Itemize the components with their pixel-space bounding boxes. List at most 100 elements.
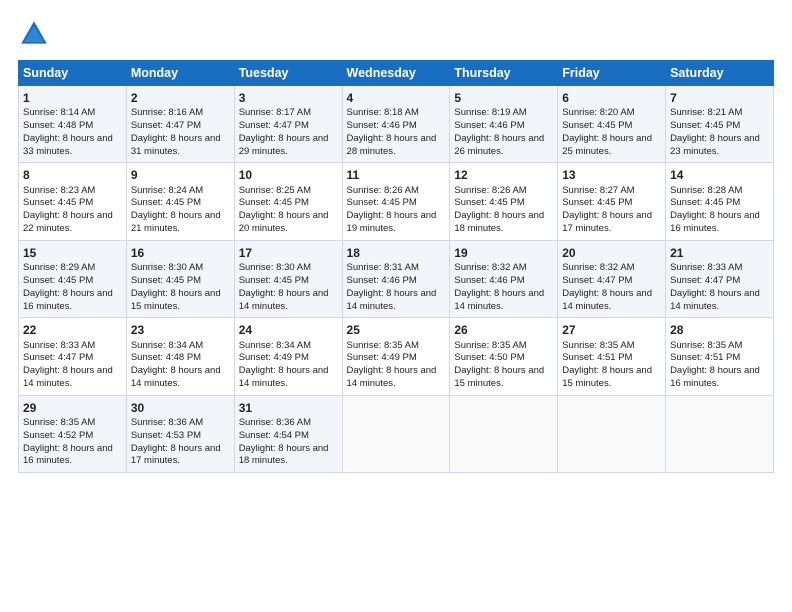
calendar-cell: 27Sunrise: 8:35 AMSunset: 4:51 PMDayligh… <box>558 318 666 395</box>
header-day-friday: Friday <box>558 61 666 86</box>
daylight-text: Daylight: 8 hours and 14 minutes. <box>23 365 122 391</box>
sunset-text: Sunset: 4:50 PM <box>454 352 553 365</box>
logo <box>18 18 54 50</box>
sunrise-text: Sunrise: 8:36 AM <box>239 417 338 430</box>
sunrise-text: Sunrise: 8:33 AM <box>23 340 122 353</box>
day-number: 6 <box>562 90 661 106</box>
daylight-text: Daylight: 8 hours and 16 minutes. <box>670 365 769 391</box>
sunset-text: Sunset: 4:45 PM <box>347 197 446 210</box>
sunrise-text: Sunrise: 8:33 AM <box>670 262 769 275</box>
calendar-cell: 22Sunrise: 8:33 AMSunset: 4:47 PMDayligh… <box>19 318 127 395</box>
sunset-text: Sunset: 4:49 PM <box>347 352 446 365</box>
week-row-4: 29Sunrise: 8:35 AMSunset: 4:52 PMDayligh… <box>19 395 774 472</box>
sunset-text: Sunset: 4:51 PM <box>670 352 769 365</box>
daylight-text: Daylight: 8 hours and 14 minutes. <box>239 365 338 391</box>
day-number: 25 <box>347 322 446 338</box>
sunset-text: Sunset: 4:45 PM <box>454 197 553 210</box>
sunrise-text: Sunrise: 8:35 AM <box>454 340 553 353</box>
day-number: 22 <box>23 322 122 338</box>
sunset-text: Sunset: 4:47 PM <box>562 275 661 288</box>
daylight-text: Daylight: 8 hours and 14 minutes. <box>454 288 553 314</box>
daylight-text: Daylight: 8 hours and 19 minutes. <box>347 210 446 236</box>
daylight-text: Daylight: 8 hours and 14 minutes. <box>562 288 661 314</box>
calendar-cell <box>666 395 774 472</box>
calendar-cell: 16Sunrise: 8:30 AMSunset: 4:45 PMDayligh… <box>126 240 234 317</box>
day-number: 15 <box>23 245 122 261</box>
header-day-wednesday: Wednesday <box>342 61 450 86</box>
daylight-text: Daylight: 8 hours and 29 minutes. <box>239 133 338 159</box>
daylight-text: Daylight: 8 hours and 14 minutes. <box>239 288 338 314</box>
sunset-text: Sunset: 4:45 PM <box>23 197 122 210</box>
daylight-text: Daylight: 8 hours and 22 minutes. <box>23 210 122 236</box>
daylight-text: Daylight: 8 hours and 15 minutes. <box>454 365 553 391</box>
sunrise-text: Sunrise: 8:26 AM <box>347 185 446 198</box>
sunrise-text: Sunrise: 8:34 AM <box>239 340 338 353</box>
sunset-text: Sunset: 4:47 PM <box>131 120 230 133</box>
sunrise-text: Sunrise: 8:16 AM <box>131 107 230 120</box>
day-number: 19 <box>454 245 553 261</box>
day-number: 31 <box>239 400 338 416</box>
sunset-text: Sunset: 4:45 PM <box>562 120 661 133</box>
sunset-text: Sunset: 4:53 PM <box>131 430 230 443</box>
calendar-header: SundayMondayTuesdayWednesdayThursdayFrid… <box>19 61 774 86</box>
calendar-cell: 14Sunrise: 8:28 AMSunset: 4:45 PMDayligh… <box>666 163 774 240</box>
daylight-text: Daylight: 8 hours and 26 minutes. <box>454 133 553 159</box>
calendar-body: 1Sunrise: 8:14 AMSunset: 4:48 PMDaylight… <box>19 86 774 473</box>
sunset-text: Sunset: 4:46 PM <box>454 275 553 288</box>
sunrise-text: Sunrise: 8:19 AM <box>454 107 553 120</box>
daylight-text: Daylight: 8 hours and 14 minutes. <box>670 288 769 314</box>
week-row-3: 22Sunrise: 8:33 AMSunset: 4:47 PMDayligh… <box>19 318 774 395</box>
daylight-text: Daylight: 8 hours and 33 minutes. <box>23 133 122 159</box>
day-number: 13 <box>562 167 661 183</box>
calendar-cell: 13Sunrise: 8:27 AMSunset: 4:45 PMDayligh… <box>558 163 666 240</box>
day-number: 11 <box>347 167 446 183</box>
calendar-cell: 1Sunrise: 8:14 AMSunset: 4:48 PMDaylight… <box>19 86 127 163</box>
daylight-text: Daylight: 8 hours and 17 minutes. <box>562 210 661 236</box>
daylight-text: Daylight: 8 hours and 28 minutes. <box>347 133 446 159</box>
day-number: 30 <box>131 400 230 416</box>
daylight-text: Daylight: 8 hours and 23 minutes. <box>670 133 769 159</box>
sunset-text: Sunset: 4:54 PM <box>239 430 338 443</box>
day-number: 1 <box>23 90 122 106</box>
calendar-cell: 30Sunrise: 8:36 AMSunset: 4:53 PMDayligh… <box>126 395 234 472</box>
calendar-cell: 9Sunrise: 8:24 AMSunset: 4:45 PMDaylight… <box>126 163 234 240</box>
calendar-cell: 29Sunrise: 8:35 AMSunset: 4:52 PMDayligh… <box>19 395 127 472</box>
sunrise-text: Sunrise: 8:36 AM <box>131 417 230 430</box>
sunrise-text: Sunrise: 8:30 AM <box>239 262 338 275</box>
day-number: 5 <box>454 90 553 106</box>
calendar-cell: 24Sunrise: 8:34 AMSunset: 4:49 PMDayligh… <box>234 318 342 395</box>
sunset-text: Sunset: 4:46 PM <box>454 120 553 133</box>
calendar-cell <box>342 395 450 472</box>
sunset-text: Sunset: 4:48 PM <box>23 120 122 133</box>
daylight-text: Daylight: 8 hours and 31 minutes. <box>131 133 230 159</box>
sunset-text: Sunset: 4:45 PM <box>239 197 338 210</box>
daylight-text: Daylight: 8 hours and 21 minutes. <box>131 210 230 236</box>
sunrise-text: Sunrise: 8:35 AM <box>670 340 769 353</box>
calendar-cell <box>558 395 666 472</box>
calendar-cell: 4Sunrise: 8:18 AMSunset: 4:46 PMDaylight… <box>342 86 450 163</box>
calendar-cell: 31Sunrise: 8:36 AMSunset: 4:54 PMDayligh… <box>234 395 342 472</box>
daylight-text: Daylight: 8 hours and 14 minutes. <box>347 365 446 391</box>
calendar-cell: 28Sunrise: 8:35 AMSunset: 4:51 PMDayligh… <box>666 318 774 395</box>
sunset-text: Sunset: 4:45 PM <box>23 275 122 288</box>
sunset-text: Sunset: 4:45 PM <box>670 120 769 133</box>
sunset-text: Sunset: 4:45 PM <box>131 275 230 288</box>
day-number: 10 <box>239 167 338 183</box>
sunrise-text: Sunrise: 8:14 AM <box>23 107 122 120</box>
day-number: 3 <box>239 90 338 106</box>
week-row-2: 15Sunrise: 8:29 AMSunset: 4:45 PMDayligh… <box>19 240 774 317</box>
daylight-text: Daylight: 8 hours and 15 minutes. <box>562 365 661 391</box>
header-row: SundayMondayTuesdayWednesdayThursdayFrid… <box>19 61 774 86</box>
calendar-cell: 25Sunrise: 8:35 AMSunset: 4:49 PMDayligh… <box>342 318 450 395</box>
sunrise-text: Sunrise: 8:20 AM <box>562 107 661 120</box>
day-number: 29 <box>23 400 122 416</box>
calendar-cell: 8Sunrise: 8:23 AMSunset: 4:45 PMDaylight… <box>19 163 127 240</box>
calendar-cell: 26Sunrise: 8:35 AMSunset: 4:50 PMDayligh… <box>450 318 558 395</box>
sunrise-text: Sunrise: 8:25 AM <box>239 185 338 198</box>
calendar-cell: 20Sunrise: 8:32 AMSunset: 4:47 PMDayligh… <box>558 240 666 317</box>
calendar-cell: 10Sunrise: 8:25 AMSunset: 4:45 PMDayligh… <box>234 163 342 240</box>
daylight-text: Daylight: 8 hours and 18 minutes. <box>239 443 338 469</box>
day-number: 4 <box>347 90 446 106</box>
logo-icon <box>18 18 50 50</box>
calendar-cell: 2Sunrise: 8:16 AMSunset: 4:47 PMDaylight… <box>126 86 234 163</box>
